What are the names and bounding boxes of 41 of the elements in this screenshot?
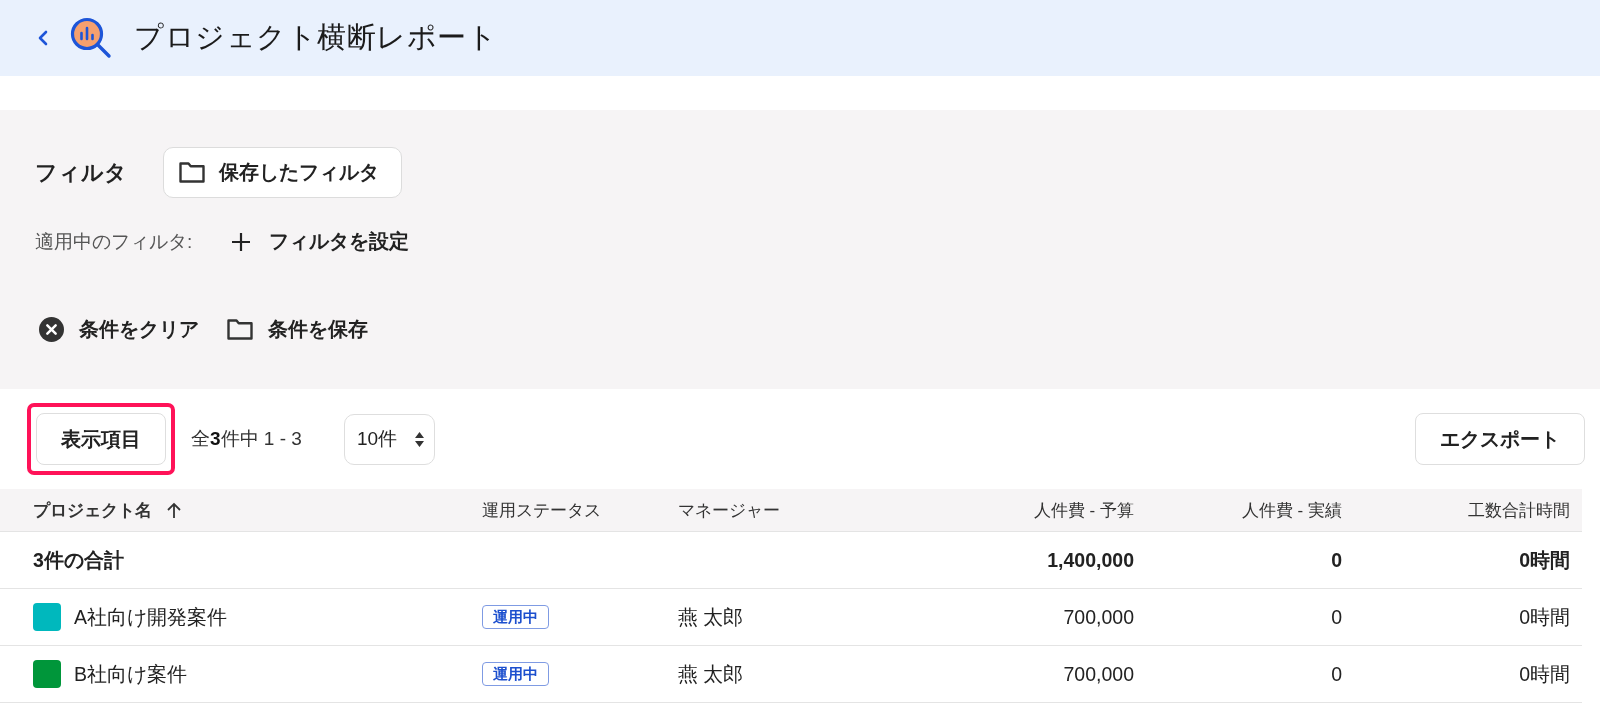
filter-heading: フィルタ	[35, 158, 127, 187]
clear-conditions-button[interactable]: 条件をクリア	[39, 316, 199, 343]
column-header[interactable]: マネージャー	[678, 498, 780, 522]
total-cell-text: 0時間	[1518, 547, 1570, 573]
result-count: 全3件中 1 - 3	[191, 427, 302, 451]
manager-name: 燕 太郎	[678, 661, 745, 687]
sort-caret-icon	[414, 431, 424, 447]
page-title: プロジェクト横断レポート	[134, 20, 497, 55]
plus-icon	[232, 232, 251, 251]
display-columns-button[interactable]: 表示項目	[36, 413, 166, 465]
saved-filters-button[interactable]: 保存したフィルタ	[163, 147, 402, 198]
folder-icon	[179, 162, 205, 183]
table-cell-text: 0	[1330, 662, 1342, 686]
status-badge: 運用中	[482, 662, 549, 686]
export-button[interactable]: エクスポート	[1415, 413, 1585, 465]
column-header[interactable]: 人件費 - 実績	[1241, 498, 1342, 522]
table-cell-text: 700,000	[1062, 605, 1134, 629]
column-header[interactable]: 人件費 - 予算	[1033, 498, 1134, 522]
table-cell-text: 0時間	[1518, 661, 1570, 687]
save-conditions-button[interactable]: 条件を保存	[227, 316, 368, 343]
arrow-up-icon[interactable]	[166, 501, 182, 519]
magnifier-chart-icon	[70, 17, 112, 59]
folder-icon	[227, 319, 253, 340]
project-name[interactable]: A社向け開発案件	[74, 603, 227, 631]
column-header[interactable]: プロジェクト名	[33, 498, 152, 522]
status-badge: 運用中	[482, 605, 549, 629]
project-name[interactable]: B社向け案件	[74, 660, 187, 688]
add-filter-button[interactable]: フィルタを設定	[232, 228, 410, 255]
total-cell-text: 0	[1330, 548, 1342, 572]
table-cell-text: 0時間	[1518, 604, 1570, 630]
total-cell-text: 1,400,000	[1046, 548, 1134, 572]
table-cell-text: 0	[1330, 605, 1342, 629]
table-cell-text: 700,000	[1062, 662, 1134, 686]
applied-filters-label: 適用中のフィルタ:	[35, 229, 193, 254]
manager-name: 燕 太郎	[678, 604, 745, 630]
page-size-select[interactable]: 10件	[343, 413, 435, 465]
column-header[interactable]: 運用ステータス	[482, 498, 601, 522]
total-label: 3件の合計	[33, 547, 125, 573]
chevron-left-icon	[38, 30, 48, 46]
column-header[interactable]: 工数合計時間	[1468, 498, 1570, 522]
close-circle-icon	[39, 317, 64, 342]
